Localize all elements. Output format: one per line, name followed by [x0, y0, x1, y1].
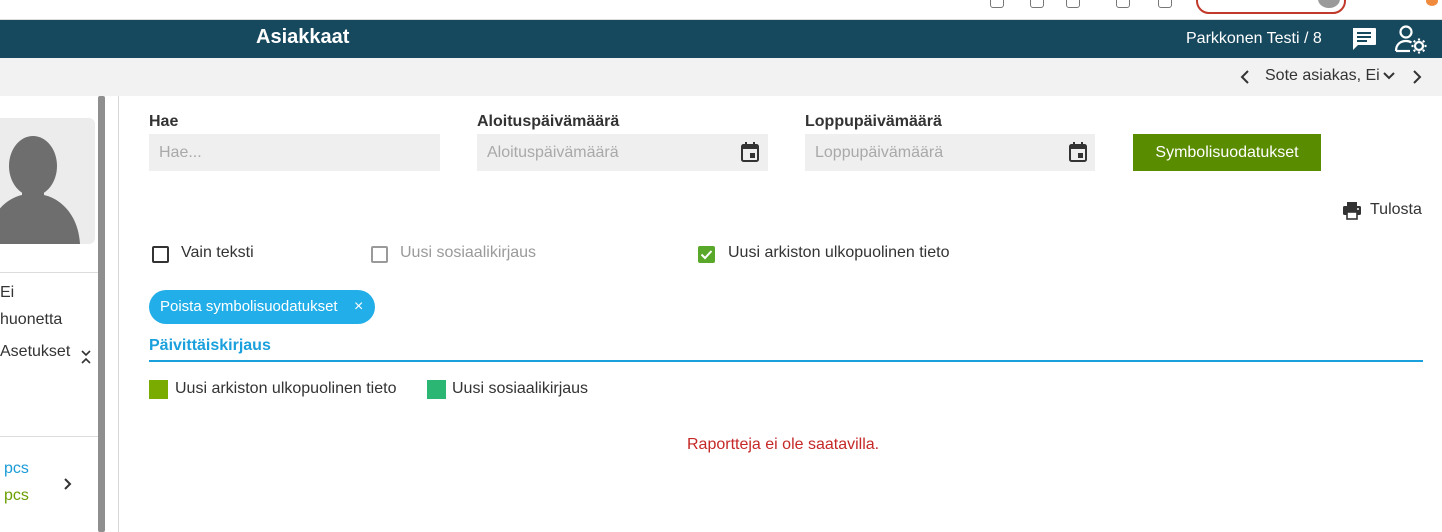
scrollbar[interactable] — [98, 96, 105, 532]
settings-label[interactable]: Asetukset — [0, 343, 70, 361]
search-label: Hae — [149, 113, 179, 130]
new-external-archive-label[interactable]: Uusi arkiston ulkopuolinen tieto — [728, 244, 949, 262]
divider — [0, 272, 98, 273]
close-icon[interactable]: × — [354, 290, 363, 324]
clear-symbol-filters-chip[interactable]: Poista symbolisuodatukset × — [149, 290, 375, 324]
current-user-label[interactable]: Parkkonen Testi / 8 — [1186, 30, 1322, 48]
browser-bookmark-icon[interactable] — [1030, 0, 1044, 8]
tab-daily-entries[interactable]: Päivittäiskirjaus — [149, 337, 271, 355]
chevron-left-icon[interactable] — [1238, 68, 1252, 86]
no-reports-message: Raportteja ei ole saatavilla. — [687, 436, 880, 453]
client-selector[interactable]: Sote asiakas, Ei — [1265, 67, 1380, 85]
printer-icon[interactable] — [1342, 200, 1362, 220]
divider — [0, 436, 98, 437]
legend-label-social-entry: Uusi sosiaalikirjaus — [452, 380, 589, 397]
legend-swatch-social-entry — [427, 380, 446, 399]
room-status-label: huonetta — [0, 311, 63, 328]
new-social-entry-checkbox[interactable] — [371, 246, 388, 263]
legend-swatch-external-archive — [149, 380, 168, 399]
end-date-label: Loppupäivämäärä — [805, 113, 942, 130]
text-only-label[interactable]: Vain teksti — [181, 244, 254, 262]
browser-download-icon[interactable] — [1158, 0, 1172, 8]
browser-toolbar-strip — [0, 0, 1442, 20]
end-date-input[interactable] — [805, 134, 1095, 171]
new-external-archive-checkbox[interactable] — [698, 246, 715, 263]
expand-collapse-icon[interactable] — [80, 348, 92, 366]
top-navbar: Asiakkaat Parkkonen Testi / 8 — [0, 20, 1442, 58]
count-primary: pcs — [4, 460, 29, 477]
calendar-icon[interactable] — [741, 142, 759, 162]
symbol-filters-button[interactable]: Symbolisuodatukset — [1133, 134, 1321, 171]
person-silhouette-icon — [0, 136, 80, 244]
chevron-right-icon[interactable] — [1410, 68, 1424, 86]
browser-menu-icon[interactable] — [1426, 0, 1438, 6]
chip-label: Poista symbolisuodatukset — [160, 298, 338, 315]
calendar-icon[interactable] — [1069, 142, 1087, 162]
legend-label-external-archive: Uusi arkiston ulkopuolinen tieto — [175, 380, 397, 397]
avatar — [0, 118, 95, 244]
checkmark-icon — [700, 250, 713, 260]
start-date-label: Aloituspäivämäärä — [477, 113, 620, 130]
message-icon[interactable] — [1350, 26, 1378, 52]
page-title: Asiakkaat — [256, 26, 350, 48]
tab-underline — [149, 360, 1423, 362]
browser-star-icon[interactable] — [1066, 0, 1080, 8]
client-side-panel: Ei huonetta Asetukset pcs pcs — [0, 96, 120, 532]
start-date-input[interactable] — [477, 134, 768, 171]
chevron-right-icon[interactable] — [62, 476, 74, 492]
browser-extension-icon[interactable] — [990, 0, 1004, 8]
browser-puzzle-icon[interactable] — [1116, 0, 1130, 8]
chevron-down-icon[interactable] — [1382, 70, 1396, 82]
search-input[interactable] — [149, 134, 440, 171]
count-secondary: pcs — [4, 487, 29, 504]
print-link[interactable]: Tulosta — [1370, 201, 1422, 219]
client-navigation-bar: Sote asiakas, Ei — [0, 58, 1442, 96]
user-settings-icon[interactable] — [1394, 24, 1428, 54]
room-status-value: Ei — [0, 284, 15, 301]
panel-divider — [118, 96, 119, 532]
new-social-entry-label[interactable]: Uusi sosiaalikirjaus — [400, 244, 536, 262]
text-only-checkbox[interactable] — [152, 246, 169, 263]
